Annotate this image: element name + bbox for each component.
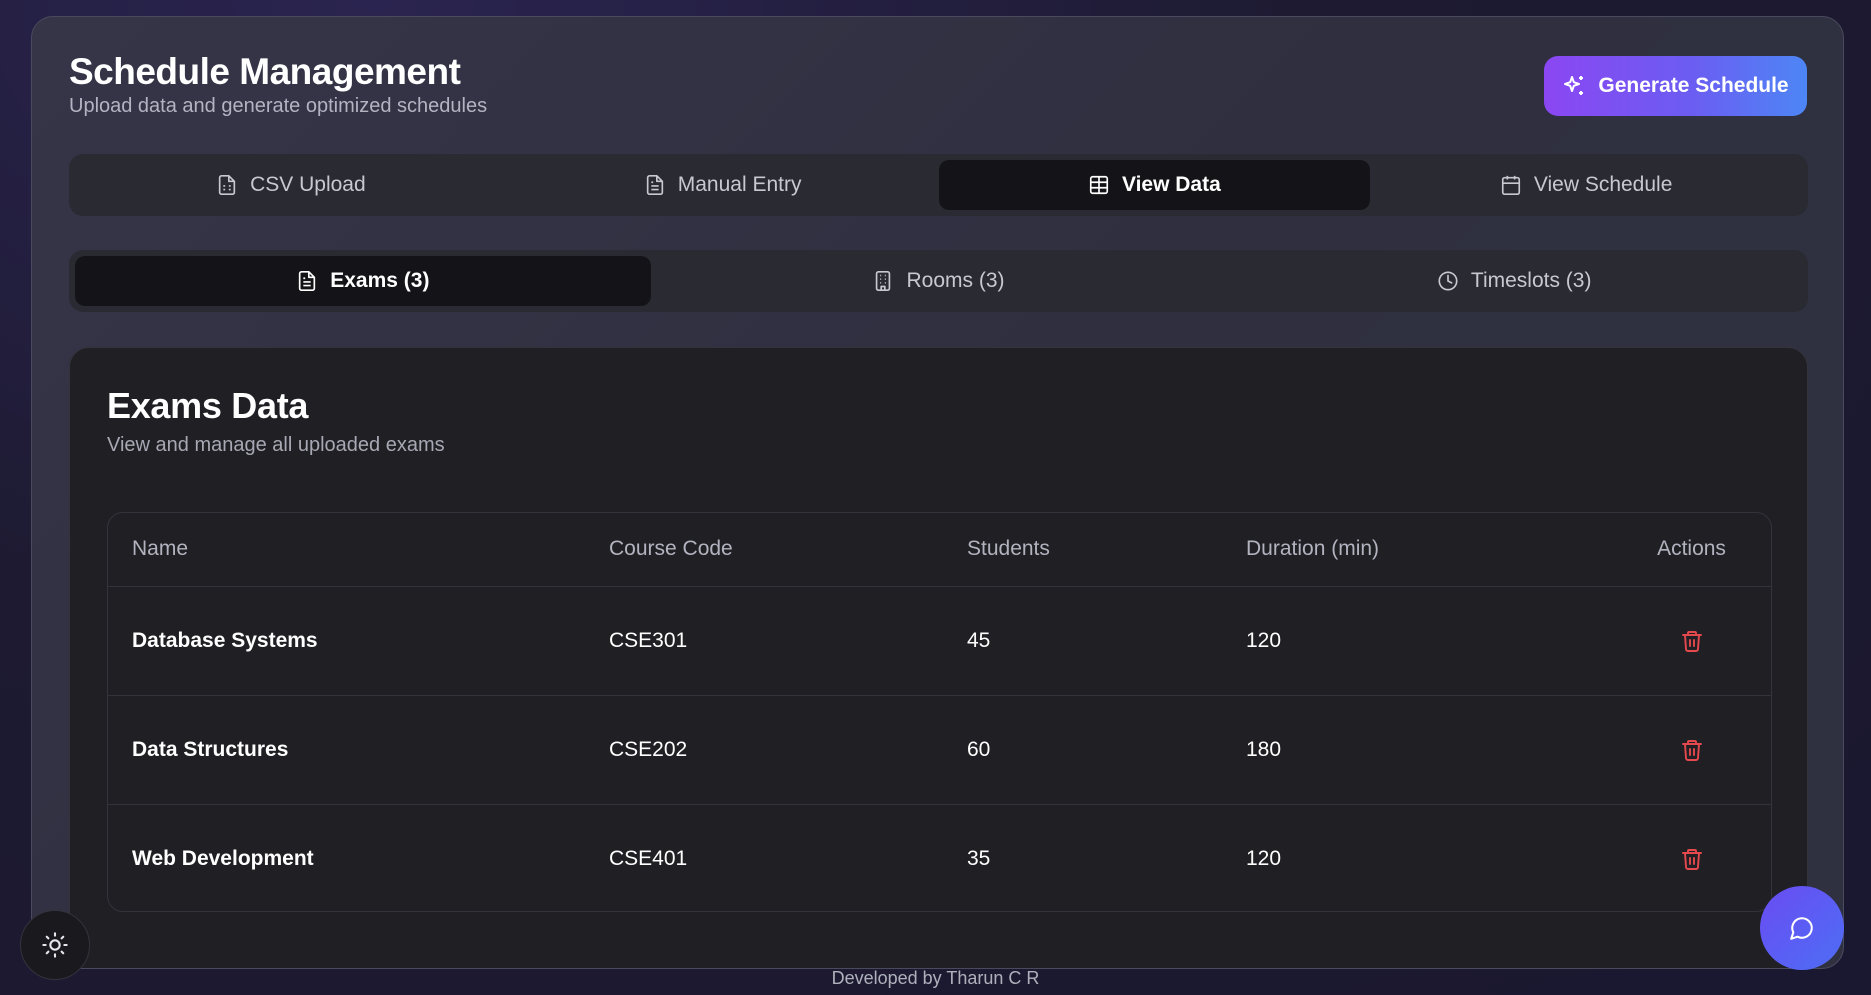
tab-view-schedule[interactable]: View Schedule [1370, 160, 1802, 210]
tab-manual-entry[interactable]: Manual Entry [507, 160, 939, 210]
subtab-rooms[interactable]: Rooms (3) [651, 256, 1227, 306]
students-count: 60 [943, 695, 1222, 805]
duration-value: 120 [1222, 586, 1610, 696]
actions-cell [1610, 695, 1771, 805]
exams-table: Name Course Code Students Duration (min)… [108, 513, 1771, 911]
course-code: CSE401 [609, 846, 688, 870]
footer-credit: Developed by Tharun C R [831, 968, 1040, 988]
subtab-timeslots[interactable]: Timeslots (3) [1226, 256, 1802, 306]
delete-button[interactable] [1674, 623, 1710, 659]
course-code: CSE202 [585, 695, 943, 805]
table-icon [1089, 175, 1109, 195]
sun-icon [42, 932, 68, 958]
building-icon [876, 271, 891, 291]
table-row: Web Development CSE401 35 120 [108, 804, 1771, 911]
message-circle-icon [1790, 917, 1813, 940]
actions-cell [1610, 586, 1771, 696]
subtab-exams-label: Exams (3) [330, 269, 430, 292]
actions-cell [1610, 804, 1771, 911]
column-header-students: Students [943, 513, 1222, 587]
delete-button[interactable] [1674, 841, 1710, 877]
exams-table-container: Name Course Code Students Duration (min)… [107, 512, 1772, 912]
trash-icon [1681, 739, 1702, 761]
main-tabs: CSV Upload Manual Entry View Data View S… [69, 154, 1808, 216]
column-header-actions: Actions [1610, 513, 1771, 587]
subtab-rooms-label: Rooms (3) [906, 269, 1005, 292]
generate-schedule-button[interactable]: Generate Schedule [1544, 56, 1807, 116]
main-panel: Schedule Management Upload data and gene… [31, 16, 1844, 969]
students-count: 45 [943, 586, 1222, 696]
table-row: Data Structures CSE202 60 180 [108, 695, 1771, 805]
course-code: CSE301 [585, 586, 943, 696]
column-header-duration: Duration (min) [1222, 513, 1610, 587]
column-header-course-code: Course Code [585, 513, 943, 587]
sparkles-icon [1564, 76, 1584, 95]
table-row: Database Systems CSE301 45 120 [108, 586, 1771, 696]
subtab-exams[interactable]: Exams (3) [75, 256, 651, 306]
tab-view-data-label: View Data [1121, 173, 1221, 196]
tab-csv-upload[interactable]: CSV Upload [75, 160, 507, 210]
file-text-icon [299, 271, 316, 291]
card-subtitle: View and manage all uploaded exams [107, 434, 445, 456]
exams-data-card: Exams Data View and manage all uploaded … [69, 347, 1808, 968]
clock-icon [1438, 271, 1458, 291]
subtab-timeslots-label: Timeslots (3) [1470, 269, 1592, 292]
page-title: Schedule Management [69, 51, 461, 92]
table-header-row: Name Course Code Students Duration (min)… [108, 513, 1771, 587]
tab-view-data[interactable]: View Data [938, 160, 1371, 210]
exam-name: Database Systems [108, 586, 585, 696]
tab-csv-upload-label: CSV Upload [250, 173, 366, 196]
duration-value: 180 [1222, 695, 1610, 805]
exam-name: Web Development [132, 846, 314, 870]
chat-button[interactable] [1760, 886, 1844, 970]
trash-icon [1681, 630, 1702, 652]
students-count: 35 [967, 846, 991, 870]
file-text-icon [646, 175, 663, 195]
generate-schedule-label: Generate Schedule [1598, 74, 1789, 97]
tab-manual-entry-label: Manual Entry [677, 173, 802, 196]
page-subtitle: Upload data and generate optimized sched… [69, 95, 488, 117]
tab-view-schedule-label: View Schedule [1533, 173, 1673, 196]
duration-value: 120 [1246, 846, 1282, 870]
calendar-icon [1501, 175, 1520, 195]
trash-icon [1681, 848, 1702, 870]
file-spreadsheet-icon [218, 175, 236, 195]
card-title: Exams Data [107, 385, 309, 426]
exam-name: Data Structures [108, 695, 585, 805]
data-subtabs: Exams (3) Rooms (3) Timeslots (3) [69, 250, 1808, 312]
delete-button[interactable] [1674, 732, 1710, 768]
column-header-name: Name [108, 513, 585, 587]
